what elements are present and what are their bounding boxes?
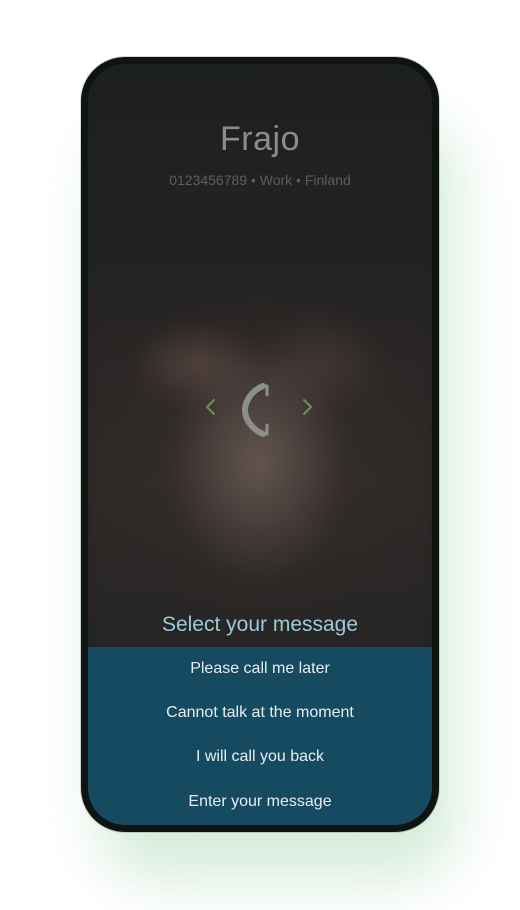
caller-details: 0123456789 • Work • Finland [169, 172, 351, 188]
chevron-right-icon[interactable] [295, 394, 319, 420]
quick-message-panel: Please call me later Cannot talk at the … [88, 647, 432, 825]
message-option-cannot-talk[interactable]: Cannot talk at the moment [88, 693, 432, 733]
phone-handset-icon[interactable] [241, 382, 277, 438]
select-message-title: Select your message [161, 613, 359, 636]
message-option-call-back[interactable]: I will call you back [88, 737, 432, 777]
incoming-call-screen: Frajo 0123456789 • Work • Finland Select… [88, 64, 432, 825]
message-option-enter-message[interactable]: Enter your message [88, 782, 432, 822]
caller-name: Frajo [220, 120, 300, 158]
phone-frame: Frajo 0123456789 • Work • Finland Select… [81, 57, 439, 832]
chevron-left-icon[interactable] [199, 394, 223, 420]
page: Frajo 0123456789 • Work • Finland Select… [0, 0, 520, 910]
message-option-call-later[interactable]: Please call me later [88, 649, 432, 689]
